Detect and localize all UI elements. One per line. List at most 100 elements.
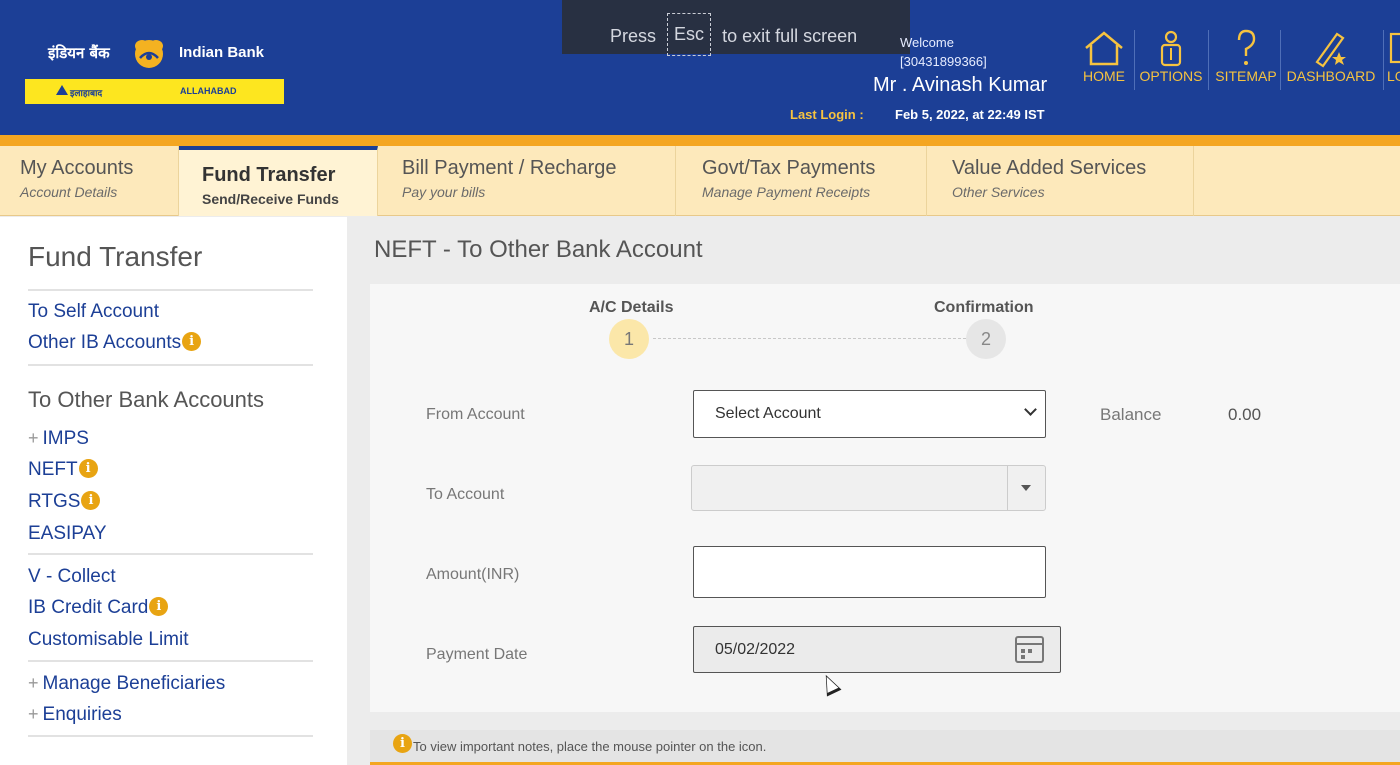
sidebar-item-rtgs[interactable]: RTGS i <box>28 491 101 513</box>
sidebar-item-ib-credit-card[interactable]: IB Credit Card i <box>28 597 169 619</box>
notes-bar: i To view important notes, place the mou… <box>370 730 1400 765</box>
tab-value-added-services[interactable]: Value Added Services Other Services <box>927 146 1194 216</box>
sidebar-item-label: IMPS <box>42 428 89 449</box>
tab-fund-transfer[interactable]: Fund Transfer Send/Receive Funds <box>179 146 378 216</box>
sidebar-item-customisable-limit[interactable]: Customisable Limit <box>28 629 189 651</box>
sidebar-item-label: Other IB Accounts <box>28 332 182 353</box>
fullscreen-notice-before: Press <box>610 26 657 46</box>
from-account-label: From Account <box>426 406 525 423</box>
last-login-label: Last Login : <box>790 107 864 122</box>
from-account-select[interactable]: Select Account <box>693 390 1046 438</box>
expand-icon[interactable]: + <box>28 428 39 448</box>
info-icon[interactable]: i <box>81 491 101 510</box>
tab-title: Govt/Tax Payments <box>702 157 876 179</box>
fullscreen-notice: Press Esc to exit full screen <box>562 0 910 56</box>
sidebar-item-manage-beneficiaries[interactable]: + Manage Beneficiaries <box>28 673 225 695</box>
step-label-ac-details: A/C Details <box>589 299 674 316</box>
sidebar-item-imps[interactable]: + IMPS <box>28 428 89 450</box>
expand-icon[interactable]: + <box>28 673 39 693</box>
tab-subtitle: Account Details <box>20 184 118 200</box>
main-content: NEFT - To Other Bank Account A/C Details… <box>347 217 1400 765</box>
from-account-value: Select Account <box>715 405 821 422</box>
step-1-indicator: 1 <box>609 319 649 359</box>
tab-title: Fund Transfer <box>202 164 336 186</box>
header-accent-stripe <box>0 135 1400 146</box>
sidebar-item-enquiries[interactable]: + Enquiries <box>28 704 122 726</box>
calendar-dot <box>1021 649 1025 653</box>
sidebar-item-v-collect[interactable]: V - Collect <box>28 566 116 588</box>
sidebar-item-label: IB Credit Card <box>28 597 149 618</box>
tab-title: Value Added Services <box>952 157 1147 179</box>
customer-name: Mr . Avinash Kumar <box>873 74 1048 96</box>
nav-dashboard-label: DASHBOARD <box>1286 68 1376 84</box>
info-icon[interactable]: i <box>78 459 98 478</box>
calendar-dot <box>1021 655 1025 659</box>
divider <box>28 735 313 737</box>
nav-options[interactable]: OPTIONS <box>1139 28 1203 94</box>
fullscreen-notice-after: to exit full screen <box>722 26 858 46</box>
sidebar-title: Fund Transfer <box>28 241 203 272</box>
expand-icon[interactable]: + <box>28 704 39 724</box>
main-tabs: My Accounts Account Details Fund Transfe… <box>0 146 1400 216</box>
dashboard-icon <box>1315 32 1346 68</box>
sidebar-item-self-account[interactable]: To Self Account <box>28 301 159 323</box>
amount-input[interactable] <box>693 546 1046 598</box>
allahabad-strip: इलाहाबाद ALLAHABAD <box>25 79 284 104</box>
divider <box>28 289 313 291</box>
nav-home-label: HOME <box>1083 68 1125 84</box>
nav-logout[interactable]: LO <box>1387 28 1400 94</box>
calendar-icon[interactable] <box>1015 636 1044 663</box>
tab-subtitle: Send/Receive Funds <box>202 191 339 207</box>
nav-divider <box>1134 30 1135 90</box>
dropdown-caret-icon[interactable] <box>1021 485 1031 491</box>
step-label-confirmation: Confirmation <box>934 299 1034 316</box>
tab-govt-tax-payments[interactable]: Govt/Tax Payments Manage Payment Receipt… <box>676 146 927 216</box>
page-title: NEFT - To Other Bank Account <box>374 236 703 263</box>
nav-sitemap[interactable]: SITEMAP <box>1214 28 1278 94</box>
chevron-down-icon <box>1024 403 1037 416</box>
sidebar-item-easipay[interactable]: EASIPAY <box>28 523 107 545</box>
sidebar-section-other-bank: To Other Bank Accounts <box>28 387 265 412</box>
payment-date-label: Payment Date <box>426 646 528 663</box>
sidebar-item-label: Manage Beneficiaries <box>42 673 226 694</box>
nav-divider <box>1280 30 1281 90</box>
sidebar-item-other-ib-accounts[interactable]: Other IB Accounts i <box>28 332 202 354</box>
mouse-cursor <box>818 671 842 697</box>
netbanking-app: इंडियन बैंक Indian Bank इलाहाबाद ALLAHAB… <box>0 0 1400 765</box>
sidebar-item-label: RTGS <box>28 491 81 512</box>
last-login-value: Feb 5, 2022, at 22:49 IST <box>895 107 1045 122</box>
sidebar-item-neft[interactable]: NEFT i <box>28 459 98 481</box>
customer-id: [30431899366] <box>900 54 987 69</box>
nav-divider <box>1208 30 1209 90</box>
to-account-label: To Account <box>426 486 505 503</box>
sidebar: Fund Transfer To Self Account Other IB A… <box>0 217 347 765</box>
payment-date-input[interactable]: 05/02/2022 <box>693 626 1061 673</box>
nav-sitemap-label: SITEMAP <box>1215 68 1277 84</box>
to-account-select[interactable] <box>691 465 1046 511</box>
divider <box>28 364 313 366</box>
bank-name: Indian Bank <box>179 44 265 61</box>
nav-dashboard[interactable]: DASHBOARD <box>1285 28 1377 94</box>
step-connector <box>653 338 966 339</box>
step-2-indicator: 2 <box>966 319 1006 359</box>
sidebar-item-label: Enquiries <box>42 704 122 725</box>
welcome-label: Welcome <box>900 35 954 50</box>
calendar-dot <box>1028 649 1032 653</box>
info-icon[interactable]: i <box>182 332 202 351</box>
nav-divider <box>1383 30 1384 90</box>
tab-subtitle: Manage Payment Receipts <box>702 184 871 200</box>
payment-date-value: 05/02/2022 <box>715 641 796 658</box>
bank-logo-icon[interactable] <box>130 36 168 70</box>
tab-bill-payment[interactable]: Bill Payment / Recharge Pay your bills <box>378 146 676 216</box>
info-icon[interactable]: i <box>149 597 169 616</box>
nav-logout-label: LO <box>1387 68 1400 84</box>
fullscreen-notice-key: Esc <box>667 13 712 56</box>
allahabad-logo-icon <box>56 85 68 95</box>
top-header: इंडियन बैंक Indian Bank इलाहाबाद ALLAHAB… <box>0 0 1400 136</box>
nav-home[interactable]: HOME <box>1080 28 1128 94</box>
tab-my-accounts[interactable]: My Accounts Account Details <box>0 146 179 216</box>
notes-text: To view important notes, place the mouse… <box>413 739 767 754</box>
select-divider <box>1007 466 1008 510</box>
tab-subtitle: Pay your bills <box>402 184 486 200</box>
info-icon[interactable]: i <box>393 734 412 753</box>
